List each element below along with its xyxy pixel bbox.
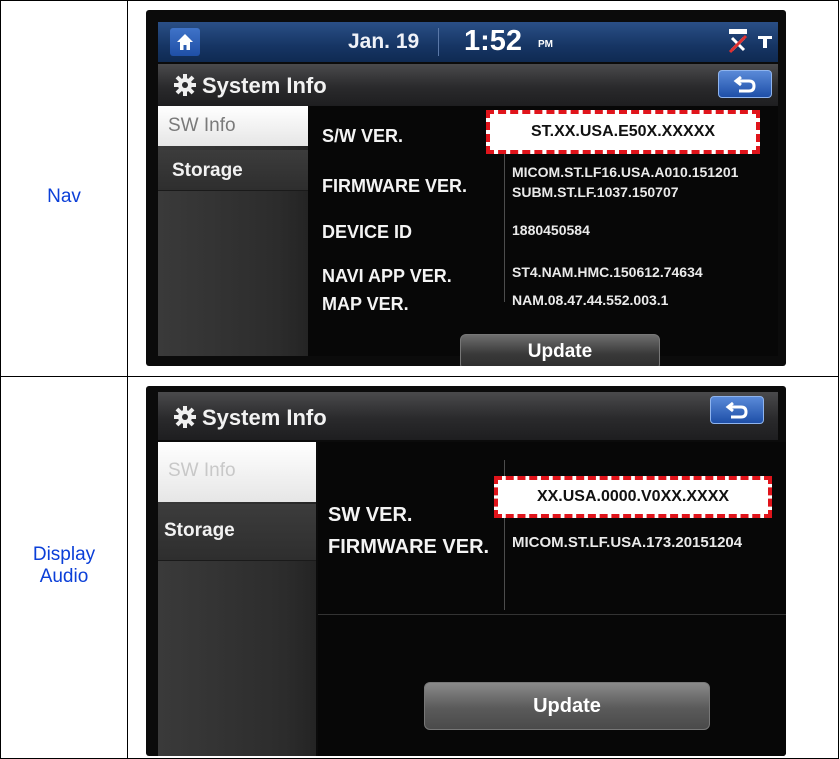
navi-app-version-value: ST4.NAM.HMC.150612.74634 (512, 264, 703, 280)
status-bar: Jan. 19 1:52 PM (158, 22, 778, 62)
map-version-label: MAP VER. (322, 294, 409, 314)
table-border-top (0, 0, 839, 1)
status-time: 1:52 (464, 25, 523, 57)
sw-version-value: XX.USA.0000.V0XX.XXXX (536, 488, 730, 505)
back-arrow-icon (725, 401, 748, 419)
back-button[interactable] (718, 70, 772, 98)
sw-version-label: SW VER. (328, 504, 413, 526)
sw-version-highlight: ST.XX.USA.E50X.XXXXX (486, 110, 760, 154)
comparison-table: Nav Display Audio Jan. 19 1:52 PM System… (0, 0, 840, 759)
sidebar-item-label: Storage (164, 520, 235, 541)
sidebar-item-storage[interactable]: Storage (158, 504, 316, 561)
title-bar: System Info (158, 64, 778, 106)
navi-off-icon (728, 29, 748, 54)
back-button[interactable] (710, 396, 764, 424)
home-icon (177, 34, 193, 50)
sw-version-label: S/W VER. (322, 126, 404, 146)
firmware-version-value: MICOM.ST.LF.USA.173.20151204 (512, 534, 743, 551)
page-title: System Info (202, 405, 327, 430)
sidebar-item-storage[interactable]: Storage (158, 150, 308, 191)
device-id-value: 1880450584 (512, 222, 590, 238)
title-bar: System Info (158, 392, 778, 440)
info-panel: S/W VER. ST.XX.USA.E50X.XXXXX FIRMWARE V… (308, 106, 778, 366)
divider-line (318, 614, 786, 615)
nav-screen: Jan. 19 1:52 PM System Info SW Info Stor… (146, 10, 786, 366)
status-date: Jan. 19 (348, 30, 420, 53)
back-arrow-icon (733, 75, 756, 93)
info-panel: SW VER. XX.USA.0000.V0XX.XXXX FIRMWARE V… (318, 442, 786, 756)
table-column-divider (127, 0, 128, 759)
sidebar-item-sw-info[interactable]: SW Info (158, 442, 316, 502)
gear-icon (174, 406, 196, 428)
table-row-divider (0, 376, 839, 377)
table-border-left (0, 0, 1, 759)
firmware-version-label: FIRMWARE VER. (328, 536, 490, 558)
sidebar-item-label: SW Info (168, 115, 236, 136)
status-separator (438, 28, 439, 56)
navi-app-version-label: NAVI APP VER. (322, 266, 452, 286)
sidebar-item-label: Storage (172, 160, 243, 181)
device-id-label: DEVICE ID (322, 222, 413, 242)
sw-version-highlight: XX.USA.0000.V0XX.XXXX (494, 476, 772, 518)
display-audio-screen: System Info SW Info Storage SW VER. XX.U… (146, 386, 786, 756)
sidebar-item-label: SW Info (168, 460, 236, 481)
sidebar: SW Info Storage (158, 442, 316, 756)
home-button[interactable] (170, 28, 200, 56)
status-ampm: PM (538, 39, 553, 50)
table-border-right (838, 0, 839, 759)
signal-icon (758, 36, 772, 48)
firmware-version-value: MICOM.ST.LF16.USA.A010.151201 (512, 164, 739, 180)
update-button[interactable]: Update (424, 682, 710, 730)
page-title: System Info (202, 73, 327, 98)
sidebar: SW Info Storage (158, 106, 308, 356)
firmware-version-value-2: SUBM.ST.LF.1037.150707 (512, 184, 679, 200)
row-label-display-audio-text: Display Audio (32, 544, 96, 587)
update-button[interactable]: Update (460, 334, 660, 366)
firmware-version-label: FIRMWARE VER. (322, 176, 468, 196)
row-label-nav: Nav (47, 186, 81, 207)
map-version-value: NAM.08.47.44.552.003.1 (512, 292, 669, 308)
sidebar-item-sw-info[interactable]: SW Info (158, 106, 308, 146)
sw-version-value: ST.XX.USA.E50X.XXXXX (530, 123, 716, 140)
gear-icon (174, 74, 196, 96)
row-label-display-audio: Display Audio (2, 544, 126, 588)
